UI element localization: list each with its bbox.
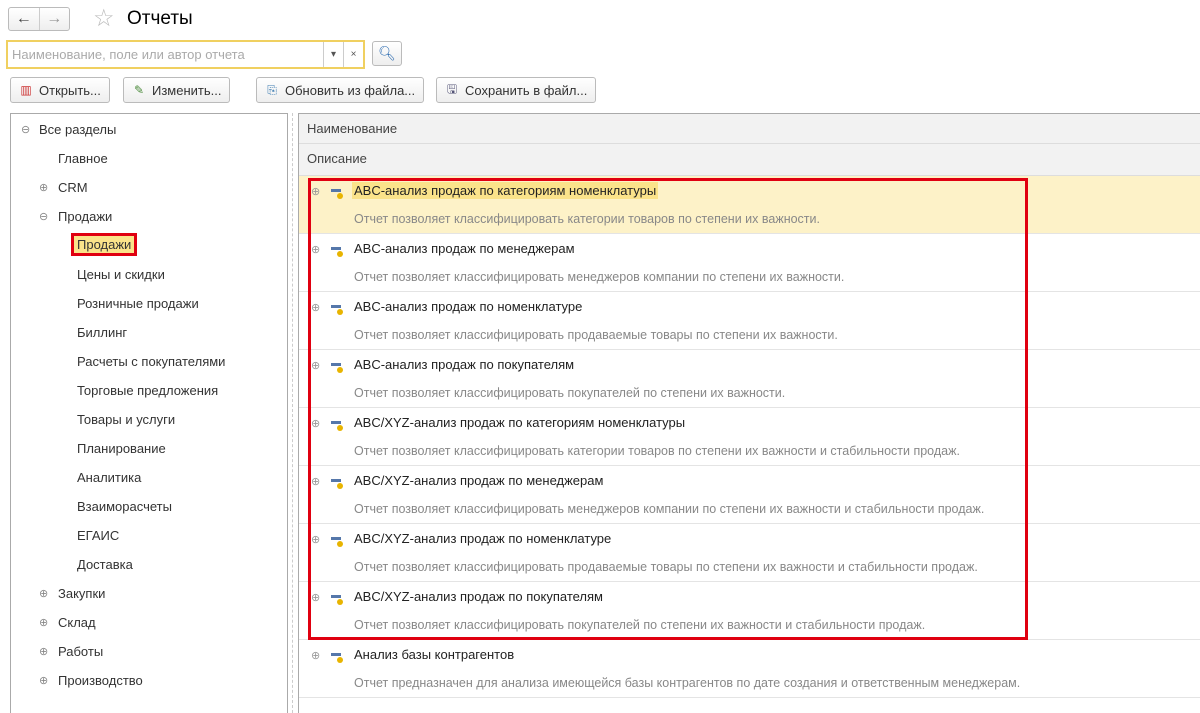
annotation-box [308, 178, 1028, 640]
page-title: Отчеты [127, 8, 193, 29]
sidebar-item[interactable]: Взаиморасчеты [77, 499, 172, 514]
dropdown-button[interactable]: ▾ [323, 42, 343, 67]
expand-icon[interactable]: ⊕ [39, 674, 48, 687]
search-box: ▾ × [6, 40, 365, 69]
favorite-star-icon[interactable]: ☆ [93, 6, 115, 32]
report-icon [331, 653, 343, 663]
sections-tree: ⊖ Все разделы Главное ⊕ CRM ⊖ Продажи Продажи… [10, 113, 288, 713]
sidebar-item[interactable]: CRM [58, 180, 88, 195]
sidebar-item[interactable]: Планирование [77, 441, 166, 456]
expand-icon[interactable]: ⊕ [311, 649, 320, 662]
save-label: Сохранить в файл... [465, 82, 588, 98]
sidebar-item[interactable]: Цены и скидки [77, 267, 165, 282]
sidebar-item[interactable]: Расчеты с покупателями [77, 354, 225, 369]
collapse-icon[interactable]: ⊖ [39, 210, 48, 223]
sidebar-item[interactable]: Товары и услуги [77, 412, 175, 427]
open-label: Открыть... [39, 82, 101, 98]
sidebar-item[interactable]: Биллинг [77, 325, 127, 340]
update-label: Обновить из файла... [285, 82, 416, 98]
search-input[interactable] [8, 42, 323, 67]
nav-buttons: ← → [8, 7, 70, 31]
pencil-icon: ✎ [133, 83, 145, 97]
tree-root[interactable]: Все разделы [39, 122, 116, 137]
column-header-name[interactable]: Наименование [299, 114, 1200, 144]
sidebar-item[interactable]: Работы [58, 644, 103, 659]
sidebar-item[interactable]: Продажи [71, 233, 138, 256]
sidebar-item[interactable]: Продажи [58, 209, 112, 224]
forward-button[interactable]: → [38, 8, 70, 30]
update-from-file-button[interactable]: ⎘ Обновить из файла... [256, 77, 425, 103]
sidebar-item[interactable]: Розничные продажи [77, 296, 199, 311]
expand-icon[interactable]: ⊕ [39, 616, 48, 629]
sidebar-item[interactable]: Аналитика [77, 470, 141, 485]
edit-button[interactable]: ✎ Изменить... [123, 77, 231, 103]
sidebar-item[interactable]: Доставка [77, 557, 133, 572]
collapse-icon[interactable]: ⊖ [21, 123, 30, 136]
column-header-description[interactable]: Описание [299, 144, 1200, 176]
sidebar-item[interactable]: Торговые предложения [77, 383, 218, 398]
table-row[interactable]: ⊕ Анализ базы контрагентов Отчет предназна… [299, 640, 1200, 698]
search-icon: 🔍︎ [378, 45, 396, 61]
expand-icon[interactable]: ⊕ [39, 181, 48, 194]
save-to-file-button[interactable]: 🖫 Сохранить в файл... [436, 77, 597, 103]
expand-icon[interactable]: ⊕ [39, 587, 48, 600]
report-description: Отчет предназначен для анализа имеющейся… [354, 676, 1021, 690]
report-icon: ▥ [20, 83, 32, 97]
sidebar-item[interactable]: Склад [58, 615, 96, 630]
sidebar-item[interactable]: Главное [58, 151, 108, 166]
sidebar-item[interactable]: ЕГАИС [77, 528, 119, 543]
sidebar-item[interactable]: Производство [58, 673, 143, 688]
splitter[interactable] [292, 113, 293, 713]
update-file-icon: ⎘ [267, 82, 277, 97]
expand-icon[interactable]: ⊕ [39, 645, 48, 658]
report-name[interactable]: Анализ базы контрагентов [352, 646, 516, 663]
sidebar-item[interactable]: Закупки [58, 586, 105, 601]
edit-label: Изменить... [152, 82, 222, 98]
save-icon: 🖫 [446, 81, 458, 96]
back-button[interactable]: ← [9, 8, 39, 30]
search-button[interactable]: 🔍︎ [372, 41, 402, 66]
open-button[interactable]: ▥ Открыть... [10, 77, 110, 103]
clear-button[interactable]: × [343, 42, 363, 67]
